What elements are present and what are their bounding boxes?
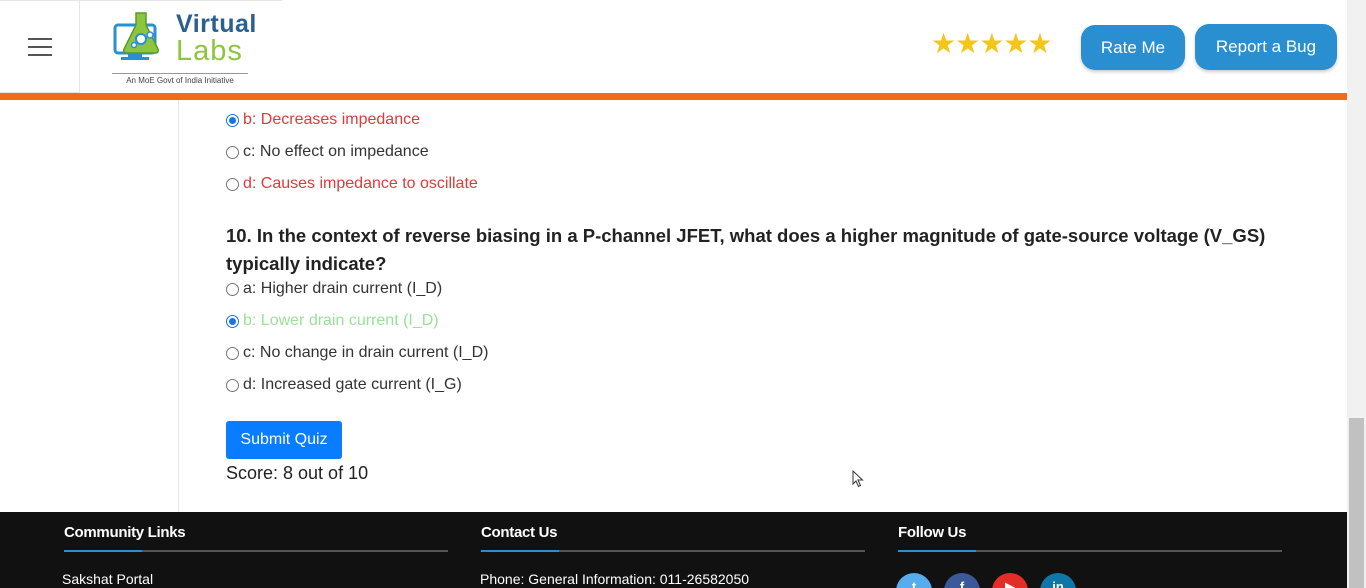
radio-button[interactable]	[226, 314, 239, 328]
option-d[interactable]: d: Increased gate current (I_G)	[226, 375, 462, 395]
contact-us-title: Contact Us	[481, 524, 558, 541]
site-header: Virtual Labs An MoE Govt of India Initia…	[0, 0, 1347, 93]
radio-button[interactable]	[226, 346, 239, 360]
footer-divider-accent	[481, 550, 559, 552]
option-label: b: Decreases impedance	[243, 111, 420, 128]
mouse-cursor-icon	[852, 470, 864, 488]
header-accent-bar	[0, 93, 1347, 100]
option-label: a: Higher drain current (I_D)	[243, 280, 443, 297]
contact-phone: Phone: General Information: 011-26582050	[480, 571, 750, 587]
radio-button[interactable]	[226, 282, 239, 296]
scrollbar-thumb[interactable]	[1349, 418, 1364, 588]
footer-divider-accent	[64, 550, 142, 552]
radio-button[interactable]	[226, 177, 239, 191]
option-b[interactable]: b: Lower drain current (I_D)	[226, 311, 439, 331]
virtual-labs-logo[interactable]: Virtual Labs An MoE Govt of India Initia…	[80, 0, 282, 93]
option-label: d: Causes impedance to oscillate	[243, 175, 478, 192]
follow-us-title: Follow Us	[898, 524, 967, 541]
prev-option-b[interactable]: b: Decreases impedance	[226, 110, 420, 130]
site-footer: Community Links Sakshat Portal Contact U…	[0, 512, 1347, 588]
radio-button[interactable]	[226, 145, 239, 159]
sakshat-portal-link[interactable]: Sakshat Portal	[62, 571, 153, 587]
linkedin-icon[interactable]: in	[1040, 573, 1076, 588]
radio-button[interactable]	[226, 113, 239, 127]
option-c[interactable]: c: No change in drain current (I_D)	[226, 343, 488, 363]
logo-word-labs: Labs	[176, 35, 243, 67]
prev-option-c[interactable]: c: No effect on impedance	[226, 142, 429, 162]
rate-me-button[interactable]: Rate Me	[1081, 25, 1185, 70]
footer-divider-accent	[898, 550, 976, 552]
logo-flask-icon	[113, 12, 159, 60]
community-links-title: Community Links	[64, 524, 186, 541]
question-10-text: 10. In the context of reverse biasing in…	[226, 225, 1266, 274]
submit-quiz-button[interactable]: Submit Quiz	[226, 421, 342, 459]
logo-wordmark: Virtual Labs	[176, 12, 257, 66]
report-bug-button[interactable]: Report a Bug	[1195, 24, 1337, 70]
prev-option-d[interactable]: d: Causes impedance to oscillate	[226, 174, 478, 194]
hamburger-icon	[27, 37, 52, 56]
menu-toggle-button[interactable]	[0, 0, 80, 93]
score-text: Score: 8 out of 10	[226, 463, 369, 483]
option-label: c: No change in drain current (I_D)	[243, 344, 489, 361]
youtube-icon[interactable]: ▶	[992, 573, 1028, 588]
facebook-icon[interactable]: f	[944, 573, 980, 588]
radio-button[interactable]	[226, 378, 239, 392]
option-label: c: No effect on impedance	[243, 143, 429, 160]
content-divider	[178, 100, 179, 512]
logo-word-virtual: Virtual	[176, 10, 257, 38]
rating-stars-icon: ★★★★★	[931, 28, 1053, 59]
option-label: d: Increased gate current (I_G)	[243, 376, 462, 393]
option-a[interactable]: a: Higher drain current (I_D)	[226, 279, 442, 299]
option-label: b: Lower drain current (I_D)	[243, 312, 439, 329]
logo-tagline: An MoE Govt of India Initiative	[112, 73, 248, 85]
twitter-icon[interactable]: t	[896, 573, 932, 588]
